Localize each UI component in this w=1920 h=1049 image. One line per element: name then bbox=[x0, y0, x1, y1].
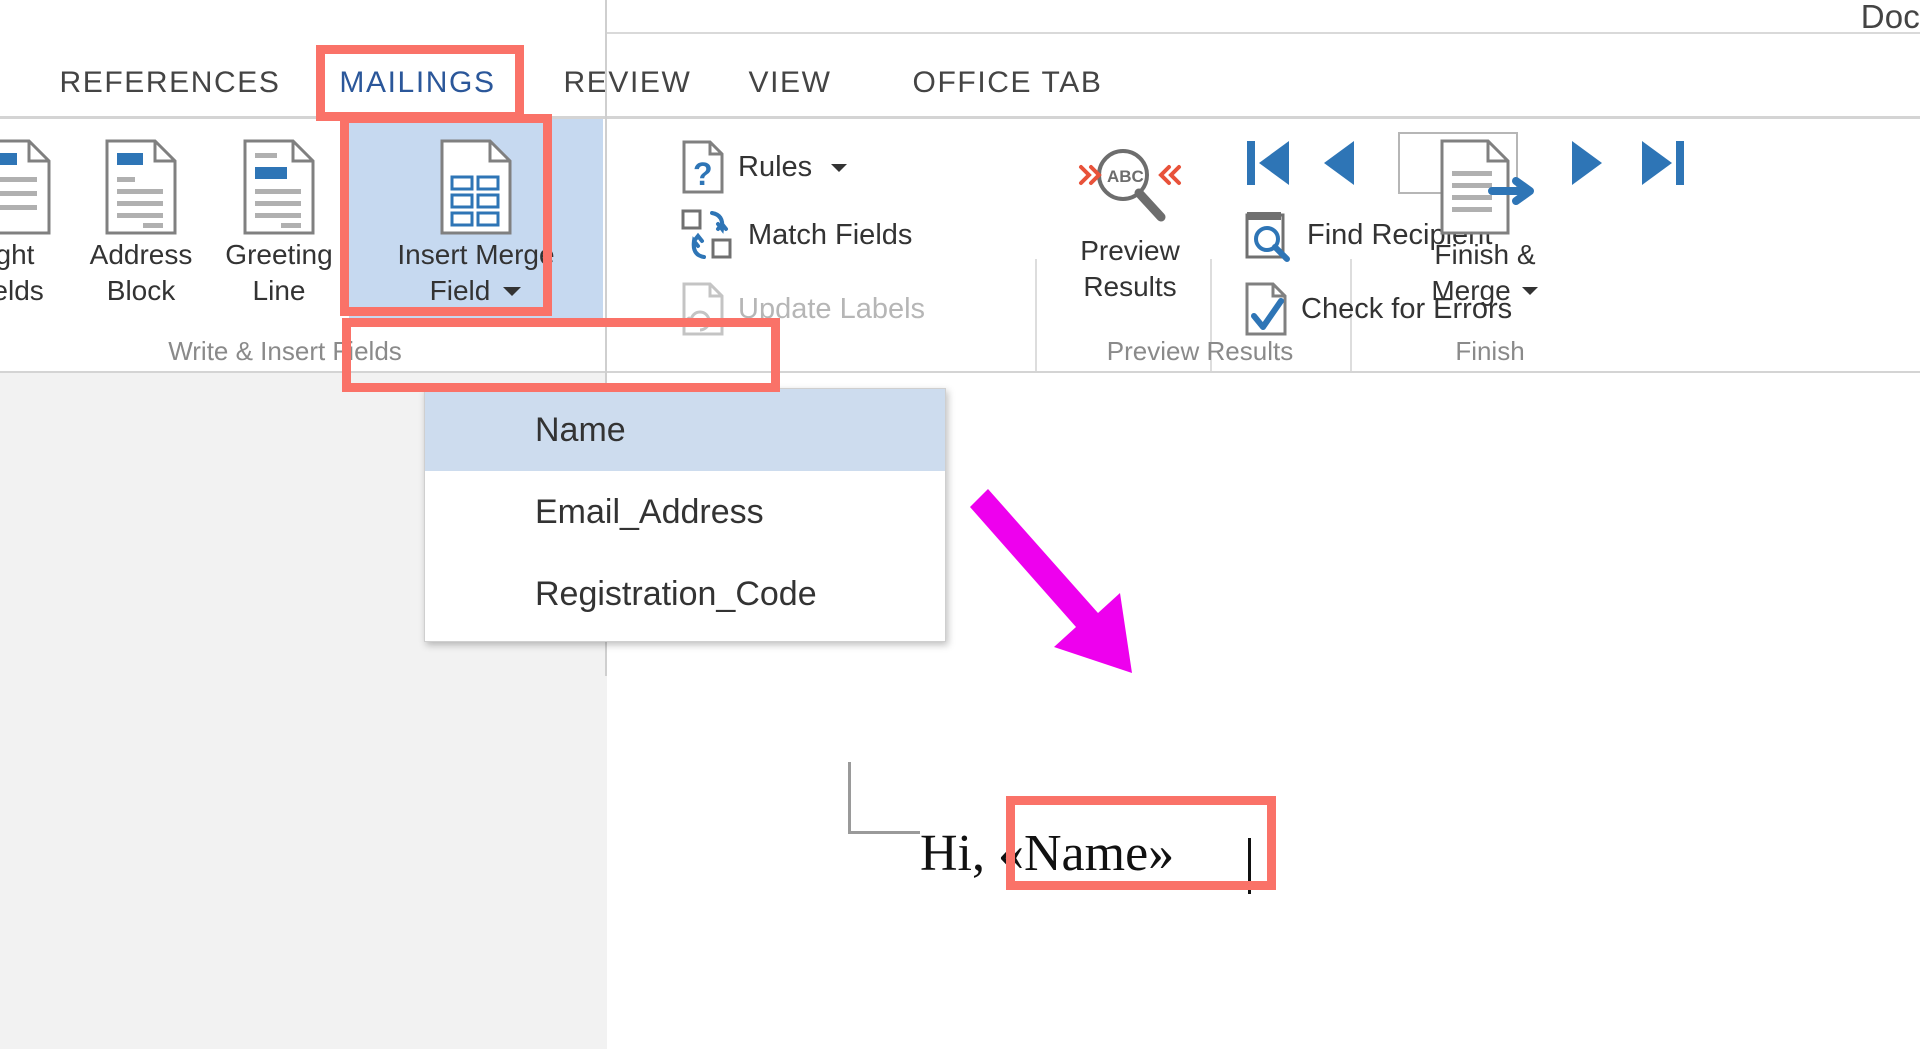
tab-references[interactable]: REFERENCES bbox=[50, 48, 290, 118]
ribbon-button-preview-results-line2: Results bbox=[1083, 270, 1177, 302]
document-address-icon bbox=[101, 137, 181, 237]
tab-review[interactable]: REVIEW bbox=[545, 48, 710, 118]
ribbon-button-address-block-line2: Block bbox=[106, 274, 176, 306]
title-bar: Doc bbox=[0, 0, 1920, 48]
tab-view-label: VIEW bbox=[748, 66, 832, 99]
tab-office-tab-label: OFFICE TAB bbox=[912, 66, 1103, 99]
ribbon-command-match-fields[interactable]: Match Fields bbox=[680, 207, 912, 263]
ribbon-tab-strip: REFERENCES MAILINGS REVIEW VIEW OFFICE T… bbox=[0, 48, 1920, 118]
find-recipient-icon bbox=[1243, 207, 1295, 263]
chevron-down-icon[interactable] bbox=[830, 162, 848, 173]
ribbon-button-finish-and-merge-line1: Finish & bbox=[1434, 239, 1536, 270]
ribbon-button-highlight-merge-fields[interactable]: ght ields bbox=[0, 137, 78, 309]
check-errors-icon bbox=[1243, 281, 1289, 337]
document-workspace bbox=[0, 373, 1920, 1049]
document-greeting-icon bbox=[239, 137, 319, 237]
ribbon-button-finish-and-merge-line2-row: Merge bbox=[1431, 273, 1538, 309]
menu-item-email-address-label: Email_Address bbox=[535, 492, 764, 531]
previous-record-button[interactable] bbox=[1320, 137, 1356, 189]
svg-text:ABC: ABC bbox=[1107, 167, 1144, 186]
ribbon-button-insert-merge-field-line2-row: Field bbox=[430, 273, 523, 309]
group-label-write-insert-fields: Write & Insert Fields bbox=[168, 336, 402, 366]
menu-item-registration-code[interactable]: Registration_Code bbox=[425, 553, 945, 635]
ribbon-command-update-labels: Update Labels bbox=[680, 281, 925, 337]
document-arrow-icon bbox=[1430, 137, 1540, 237]
document-paragraph[interactable]: Hi, «Name» bbox=[920, 828, 1174, 880]
ribbon-button-insert-merge-field-line2: Field bbox=[429, 274, 491, 306]
menu-item-name-label: Name bbox=[535, 410, 626, 449]
group-label-finish: Finish bbox=[1455, 336, 1525, 366]
menu-item-email-address[interactable]: Email_Address bbox=[425, 471, 945, 553]
document-header-rule bbox=[607, 32, 1920, 34]
ribbon-button-insert-merge-field[interactable]: Insert Merge Field bbox=[349, 119, 603, 319]
merge-field-name[interactable]: «Name» bbox=[998, 825, 1174, 882]
ribbon-command-match-fields-label: Match Fields bbox=[748, 218, 913, 251]
tab-office-tab[interactable]: OFFICE TAB bbox=[895, 48, 1120, 118]
menu-item-name[interactable]: Name bbox=[425, 389, 945, 471]
next-record-button[interactable] bbox=[1570, 137, 1606, 189]
ribbon: ght ields Address Block bbox=[0, 119, 1920, 469]
tab-mailings-label: MAILINGS bbox=[339, 66, 496, 99]
ribbon-button-highlight-merge-fields-line1: ght bbox=[0, 239, 35, 270]
ribbon-button-finish-and-merge[interactable]: Finish & Merge bbox=[1400, 137, 1570, 309]
ribbon-command-rules-label: Rules bbox=[738, 150, 813, 183]
svg-text:?: ? bbox=[693, 156, 713, 192]
ribbon-button-finish-and-merge-line2: Merge bbox=[1431, 274, 1511, 306]
refresh-document-icon bbox=[680, 281, 726, 337]
tab-mailings[interactable]: MAILINGS bbox=[315, 48, 520, 118]
tab-view[interactable]: VIEW bbox=[735, 48, 845, 118]
tab-references-label: REFERENCES bbox=[59, 66, 281, 99]
word-window: Doc REFERENCES MAILINGS REVIEW VIEW OFFI… bbox=[0, 0, 1920, 1049]
chevron-down-icon[interactable] bbox=[1521, 285, 1539, 296]
ribbon-button-greeting-line[interactable]: Greeting Line bbox=[216, 137, 342, 309]
ribbon-button-address-block[interactable]: Address Block bbox=[78, 137, 204, 309]
tab-review-label: REVIEW bbox=[563, 66, 692, 99]
group-label-preview-results: Preview Results bbox=[1106, 336, 1294, 366]
text-caret bbox=[1248, 838, 1251, 894]
ribbon-command-update-labels-label: Update Labels bbox=[738, 292, 926, 325]
document-question-icon: ? bbox=[680, 139, 726, 195]
text-boundary-mark bbox=[848, 762, 920, 834]
menu-item-registration-code-label: Registration_Code bbox=[535, 574, 817, 613]
document-highlight-icon bbox=[0, 137, 55, 237]
ribbon-button-address-block-line1: Address bbox=[89, 239, 193, 270]
ribbon-button-preview-results-line1: Preview bbox=[1080, 235, 1180, 266]
chevron-down-icon[interactable] bbox=[502, 285, 522, 297]
first-record-button[interactable] bbox=[1245, 137, 1291, 189]
document-title: Doc bbox=[1860, 0, 1920, 35]
ribbon-button-greeting-line-line1: Greeting bbox=[225, 239, 333, 270]
abc-magnifier-icon: ABC bbox=[1075, 137, 1185, 233]
ribbon-command-rules[interactable]: ? Rules bbox=[680, 139, 848, 195]
ribbon-button-greeting-line-line2: Line bbox=[252, 274, 306, 306]
ribbon-button-insert-merge-field-line1: Insert Merge bbox=[397, 239, 555, 270]
ribbon-button-highlight-merge-fields-line2: ields bbox=[0, 274, 44, 306]
document-table-icon bbox=[436, 137, 516, 237]
insert-merge-field-menu[interactable]: Name Email_Address Registration_Code bbox=[424, 388, 946, 642]
ribbon-button-preview-results[interactable]: ABC Preview Results bbox=[1060, 137, 1200, 305]
document-text-prefix: Hi, bbox=[920, 825, 998, 882]
annotation-arrow bbox=[960, 485, 1170, 685]
match-fields-icon bbox=[680, 207, 736, 263]
last-record-button[interactable] bbox=[1640, 137, 1686, 189]
